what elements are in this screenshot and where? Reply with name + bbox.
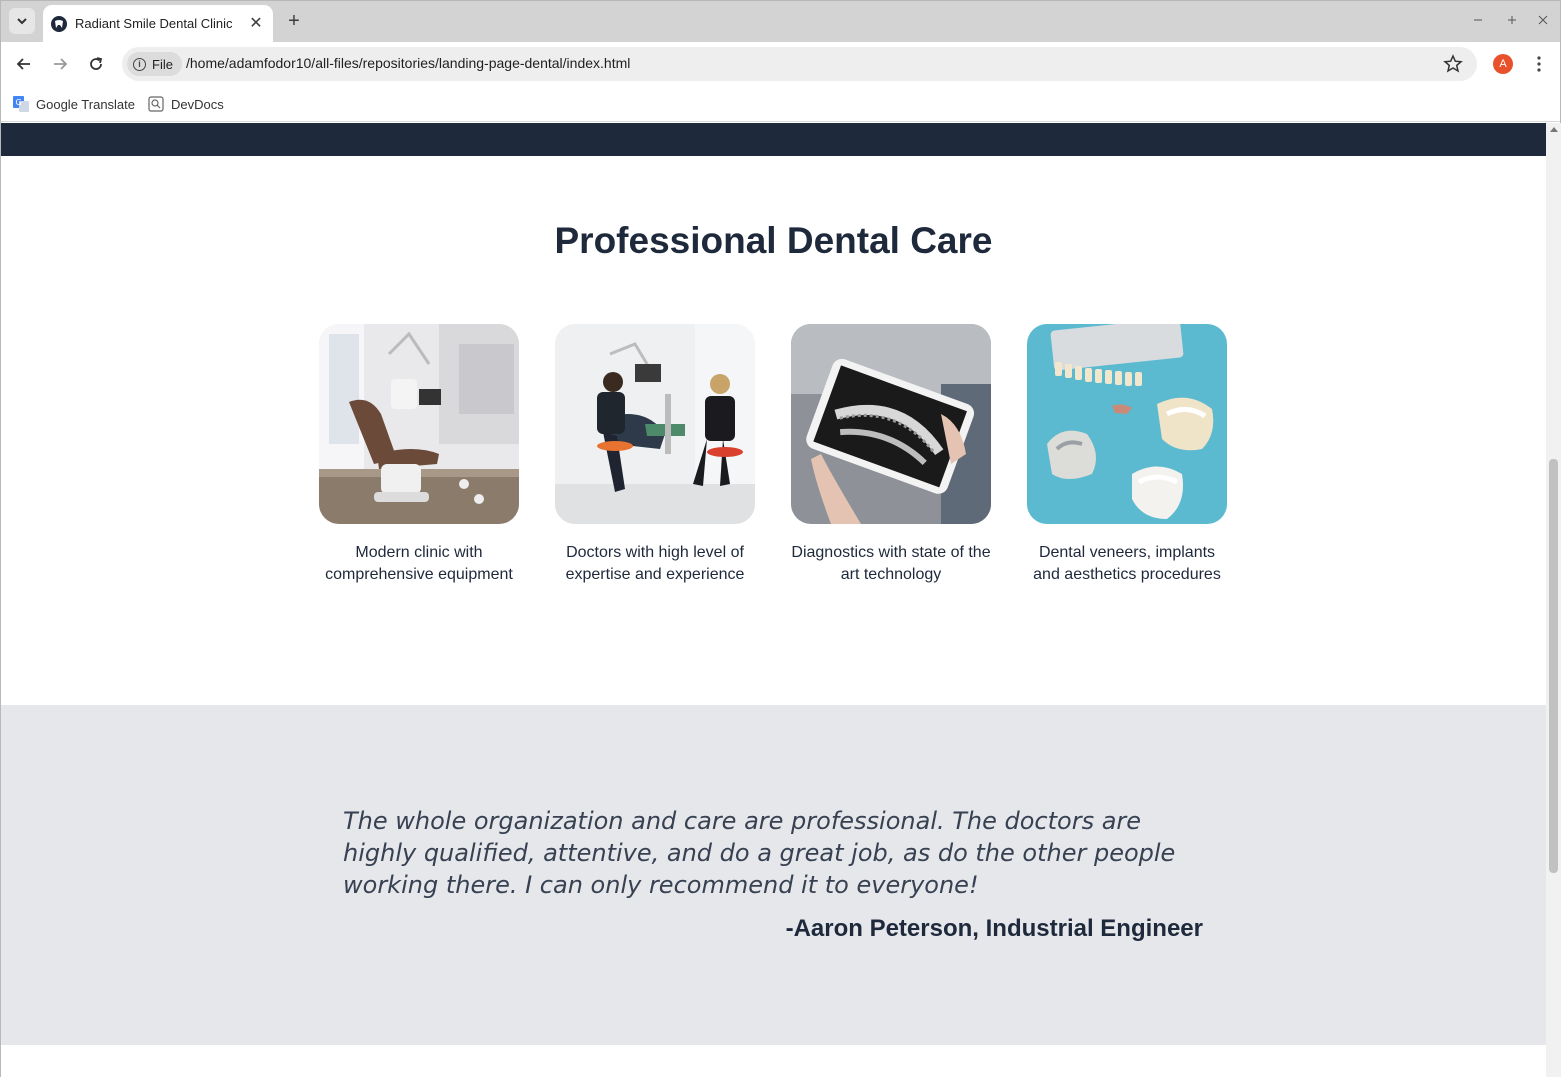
scroll-up-icon[interactable] (1550, 127, 1558, 132)
tab-search-button[interactable] (9, 8, 35, 34)
page-scrollbar[interactable] (1546, 123, 1561, 1077)
feature-card: Diagnostics with state of the art techno… (791, 324, 991, 586)
feature-caption: Modern clinic with comprehensive equipme… (325, 544, 513, 583)
testimonial-quote: The whole organization and care are prof… (343, 807, 1176, 899)
url-text[interactable]: /home/adamfodor10/all-files/repositories… (186, 55, 630, 71)
new-tab-button[interactable]: + (283, 10, 305, 32)
bookmark-label: Google Translate (36, 96, 136, 112)
xray-tablet-photo (791, 324, 991, 524)
back-button[interactable] (11, 51, 37, 77)
site-header (1, 123, 1546, 156)
profile-avatar[interactable]: A (1493, 54, 1513, 74)
site-info-label: File (152, 56, 173, 72)
bookmark-devdocs[interactable]: DevDocs (148, 93, 224, 115)
svg-text:G: G (16, 98, 22, 107)
dental-models-photo (1027, 324, 1227, 524)
features-title: Professional Dental Care (554, 220, 993, 261)
reload-icon (90, 57, 103, 70)
feature-card: Dental veneers, implants and aesthetics … (1027, 324, 1227, 586)
close-window-icon[interactable] (1533, 10, 1553, 30)
bookmarks-bar: G Google Translate DevDocs (1, 86, 1560, 122)
scrollbar-thumb[interactable] (1549, 459, 1558, 873)
tab-strip: Radiant Smile Dental Clinic ✕ + (1, 1, 1560, 42)
arrow-right-icon (54, 58, 68, 70)
feature-card: Doctors with high level of expertise and… (555, 324, 755, 586)
chevron-down-icon (17, 18, 27, 25)
info-icon: i (133, 57, 146, 71)
browser-menu-icon[interactable] (1529, 52, 1549, 76)
feature-card: Modern clinic with comprehensive equipme… (319, 324, 519, 586)
dental-office-photo (319, 324, 519, 524)
testimonial-author: -Aaron Peterson, Industrial Engineer (785, 915, 1203, 942)
browser-toolbar: i File /home/adamfodor10/all-files/repos… (1, 42, 1560, 86)
reload-button[interactable] (83, 51, 109, 77)
maximize-icon[interactable] (1502, 10, 1522, 30)
dentists-working-photo (555, 324, 755, 524)
bookmark-google-translate[interactable]: G Google Translate (13, 93, 135, 115)
close-tab-icon[interactable]: ✕ (247, 14, 265, 32)
address-bar[interactable]: i File /home/adamfodor10/all-files/repos… (122, 47, 1477, 81)
tooth-favicon-icon (51, 15, 67, 32)
testimonial-section: The whole organization and care are prof… (1, 705, 1546, 1045)
arrow-left-icon (16, 58, 30, 70)
bookmark-label: DevDocs (171, 96, 224, 112)
feature-caption: Dental veneers, implants and aesthetics … (1033, 544, 1221, 583)
bookmark-star-icon[interactable] (1443, 54, 1463, 74)
feature-caption: Doctors with high level of expertise and… (565, 544, 745, 583)
forward-button[interactable] (47, 51, 73, 77)
devdocs-icon (148, 96, 164, 112)
page-viewport: Professional Dental Care Modern clinic w… (1, 123, 1546, 1077)
google-translate-icon: G (13, 96, 29, 112)
active-tab[interactable]: Radiant Smile Dental Clinic ✕ (43, 5, 273, 42)
browser-window: Radiant Smile Dental Clinic ✕ + i File /… (0, 0, 1561, 1077)
feature-caption: Diagnostics with state of the art techno… (791, 544, 991, 583)
features-grid: Modern clinic with comprehensive equipme… (319, 324, 1229, 594)
site-info-chip[interactable]: i File (127, 52, 182, 76)
tab-title: Radiant Smile Dental Clinic (75, 16, 233, 31)
minimize-icon[interactable] (1468, 10, 1488, 30)
